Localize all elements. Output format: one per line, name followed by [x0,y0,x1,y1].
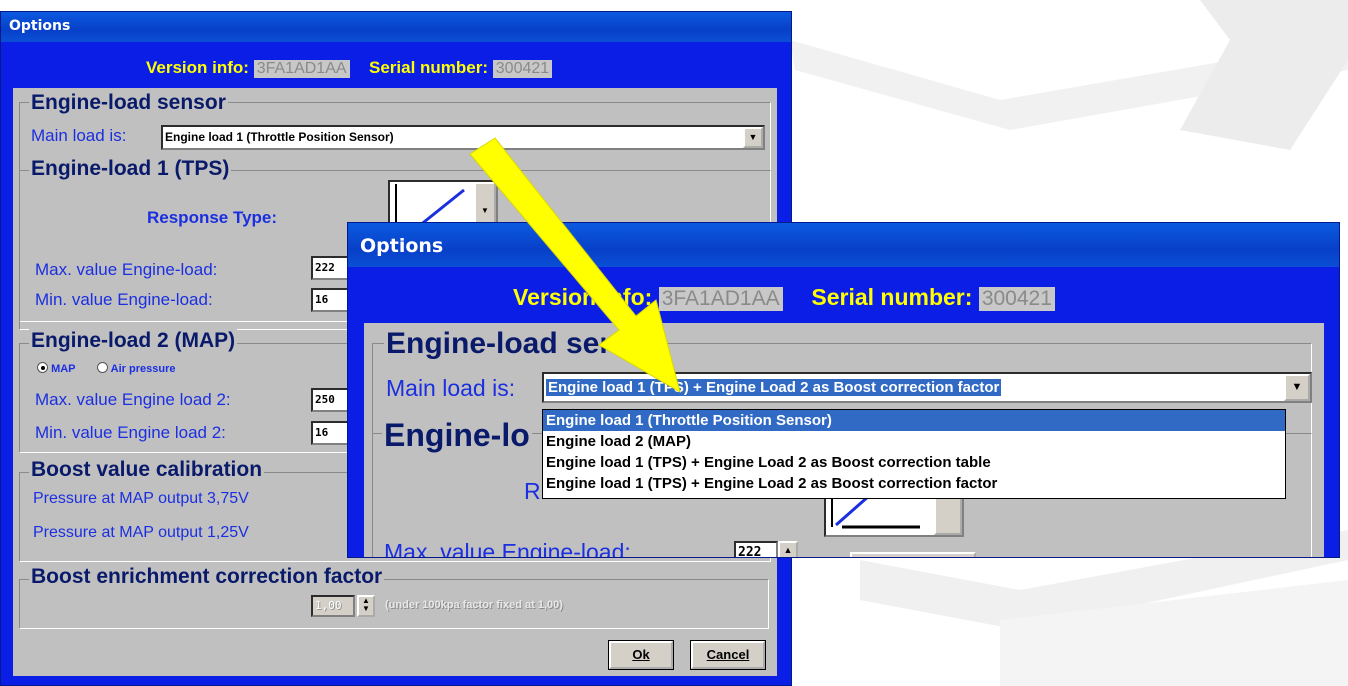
linear-response-icon [831,495,920,529]
serial-value: 300421 [492,60,553,78]
serial-label: Serial number: [811,284,973,310]
radio-selected-icon [37,362,48,373]
engine-load-1-heading: Engine-lo [382,417,532,454]
main-load-value: Engine load 1 (Throttle Position Sensor) [165,130,394,144]
title-bar: Options [1,12,791,42]
engine-load-1-heading: Engine-load 1 (TPS) [29,157,232,181]
min-engine-load-2-input[interactable]: 16 [311,421,351,445]
correction-factor-spinner[interactable]: ▲ ▼ [357,595,375,617]
response-type-label: Response Type: [147,208,278,227]
window-title: Options [9,18,71,34]
boost-enrichment-heading: Boost enrichment correction factor [29,565,385,589]
engine-load-sensor-heading: Engine-load sensor [384,327,667,361]
pressure-125-label: Pressure at MAP output 1,25V [33,524,249,541]
main-load-label: Main load is: [386,375,516,401]
dropdown-option[interactable]: Engine load 2 (MAP) [543,431,1285,452]
max-engine-load-input[interactable]: 222 [311,256,351,280]
max-engine-load-2-label: Max. value Engine load 2: [35,390,231,409]
main-load-combo[interactable]: Engine load 1 (Throttle Position Sensor)… [161,125,765,150]
dropdown-option[interactable]: Engine load 1 (TPS) + Engine Load 2 as B… [543,452,1285,473]
serial-value: 300421 [978,287,1055,311]
max-engine-load-2-input[interactable]: 250 [311,388,351,412]
version-label: Version info: [513,284,653,310]
main-load-label: Main load is: [31,126,127,145]
title-bar: Options [348,223,1339,267]
min-engine-load-label: Min. value Engine-load: [35,290,213,309]
response-dropdown-button[interactable] [934,495,962,535]
engine-load-sensor-heading: Engine-load sensor [29,91,228,115]
main-load-combo[interactable]: Engine load 1 (TPS) + Engine Load 2 as B… [542,372,1312,403]
pressure-375-label: Pressure at MAP output 3,75V [33,490,249,507]
chevron-down-icon: ▼ [748,132,758,142]
options-dialog-front: Options Version info: 3FA1AD1AA Serial n… [347,222,1340,558]
main-load-value: Engine load 1 (TPS) + Engine Load 2 as B… [546,379,1002,396]
ok-button[interactable]: Ok [608,640,674,670]
min-engine-load-2-label: Min. value Engine load 2: [35,423,226,442]
dropdown-button[interactable]: ▼ [1284,374,1310,401]
max-engine-load-label: Max. value Engine-load: [35,260,218,279]
engine-load-2-heading: Engine-load 2 (MAP) [29,329,238,353]
dropdown-button[interactable]: ▼ [743,127,763,148]
serial-label: Serial number: [369,58,489,77]
version-label: Version info: [146,58,249,77]
max-engine-load-input[interactable]: 222 [734,541,778,557]
factor-note: (under 100kpa factor fixed at 1,00) [385,599,563,611]
min-engine-load-input[interactable]: 16 [311,288,351,312]
chevron-down-icon: ▼ [1291,381,1303,393]
version-row: Version info: 3FA1AD1AA Serial number: 3… [513,284,1055,311]
response-preview-box [850,552,976,557]
radio-empty-icon [97,362,108,373]
correction-factor-input[interactable]: 1,00 [311,595,355,617]
version-row: Version info: 3FA1AD1AA Serial number: 3… [146,58,553,78]
response-curve-picker[interactable] [824,493,964,537]
dropdown-option[interactable]: Engine load 1 (TPS) + Engine Load 2 as B… [543,473,1285,494]
boost-calibration-heading: Boost value calibration [29,458,265,482]
version-value: 3FA1AD1AA [658,287,783,311]
chevron-down-icon: ▼ [481,205,489,215]
main-load-dropdown-list[interactable]: Engine load 1 (Throttle Position Sensor)… [542,409,1286,499]
spinner-up-icon[interactable]: ▲ [778,541,798,557]
air-pressure-radio[interactable]: Air pressure [97,362,175,375]
window-title: Options [360,235,444,257]
response-type-label: R [524,478,541,504]
map-radio[interactable]: MAP [37,362,76,375]
dropdown-option[interactable]: Engine load 1 (Throttle Position Sensor) [543,410,1285,431]
version-value: 3FA1AD1AA [253,60,350,78]
cancel-button[interactable]: Cancel [690,640,766,670]
max-engine-load-label: Max. value Engine-load: [384,539,631,558]
